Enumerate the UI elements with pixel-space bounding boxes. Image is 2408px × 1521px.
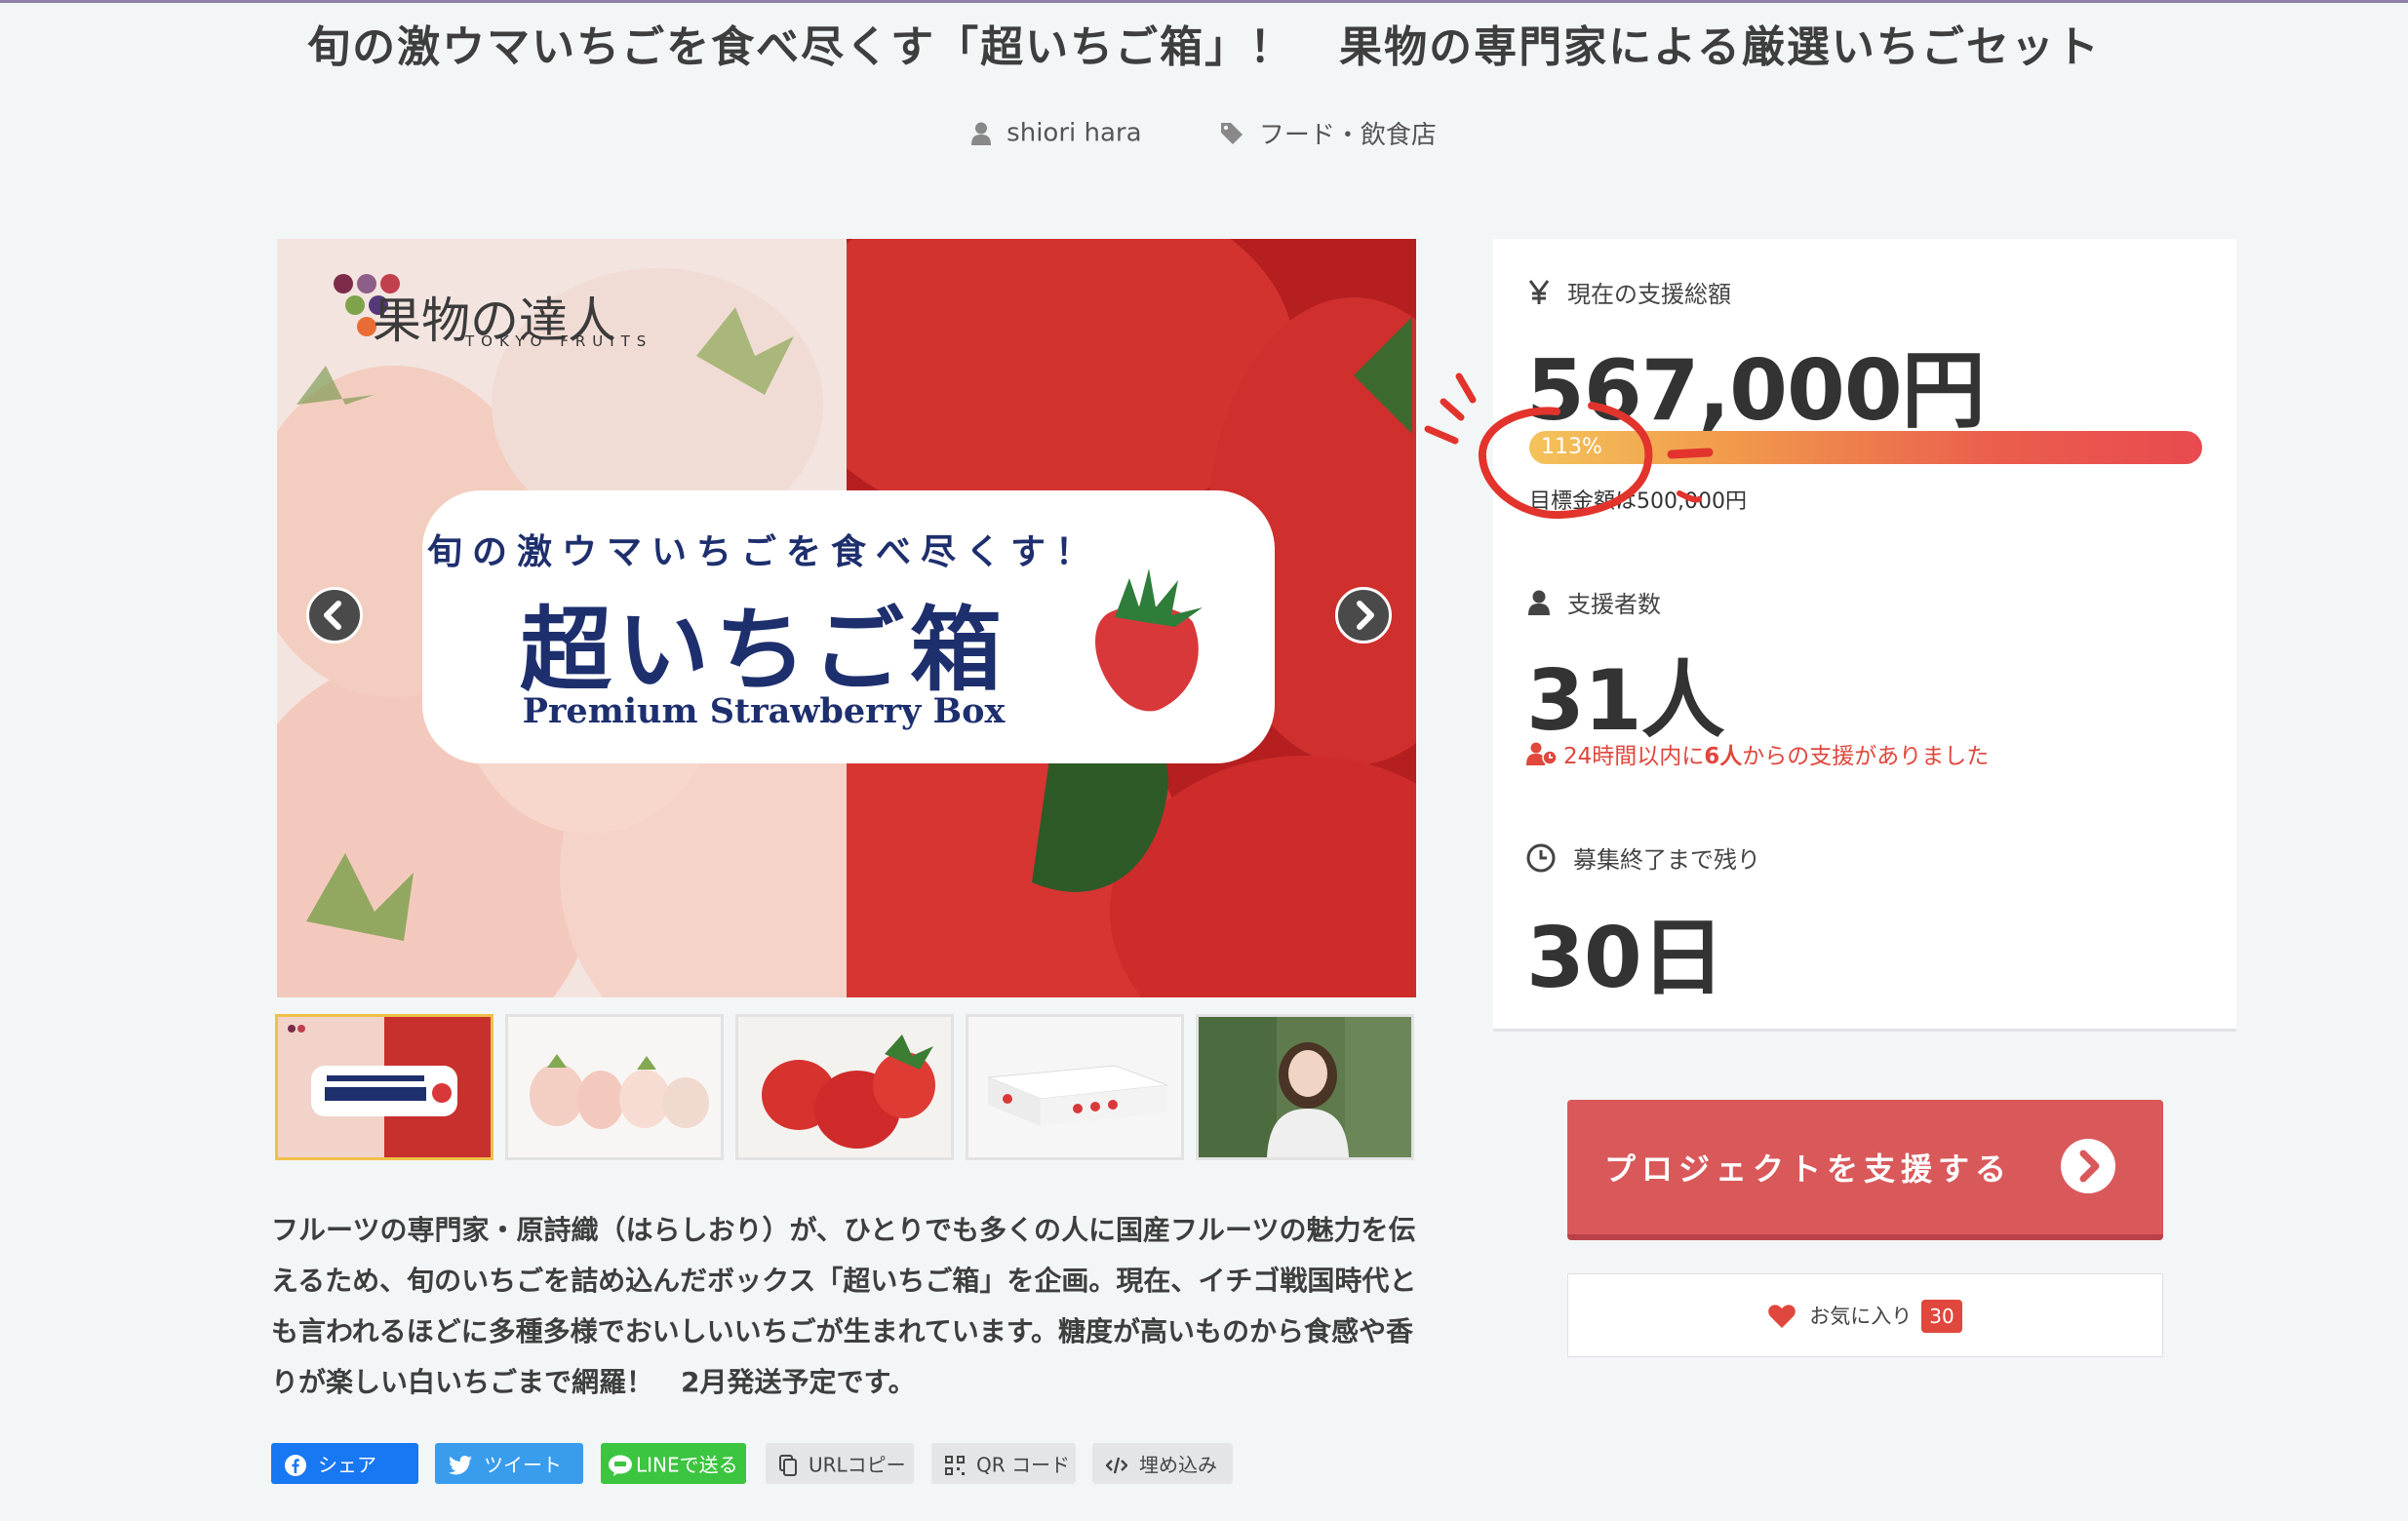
thumb-portrait[interactable] <box>1196 1014 1414 1160</box>
twitter-share-button[interactable]: ツイート <box>435 1443 583 1484</box>
category-name: フード・飲食店 <box>1258 121 1437 150</box>
brand-subtitle: TOKYO FRUITS <box>465 332 653 350</box>
support-project-label: プロジェクトを支援する <box>1604 1150 2013 1188</box>
page-title: 旬の激ウマいちごを食べ尽くす「超いちご箱」！ 果物の専門家による厳選いちごセット <box>307 22 2101 72</box>
twitter-bird-icon <box>449 1455 472 1474</box>
funding-progress-percent: 113% <box>1541 435 1602 459</box>
backers-count: 31人 <box>1526 652 1725 750</box>
qr-code-label: QR コード <box>976 1453 1070 1477</box>
funding-progress-bar <box>1529 431 2202 464</box>
user-icon <box>1528 590 1550 615</box>
thumb-white-strawberries[interactable] <box>505 1014 724 1160</box>
favorite-label: お気に入り <box>1809 1305 1913 1328</box>
carousel-prev-button[interactable] <box>306 587 363 644</box>
recent-count: 6人 <box>1704 744 1743 769</box>
remaining-days: 30日 <box>1526 910 1725 1007</box>
banner-english-name: Premium Strawberry Box <box>522 691 1006 731</box>
arrow-circle-right-icon <box>2061 1139 2115 1193</box>
carousel-next-button[interactable] <box>1335 587 1392 644</box>
thumb-gift-box[interactable] <box>966 1014 1184 1160</box>
banner-product-name: 超いちご箱 <box>519 598 1007 704</box>
url-copy-label: URLコピー <box>809 1453 906 1477</box>
clock-icon <box>1526 843 1556 872</box>
thumb-banner[interactable] <box>275 1014 493 1160</box>
total-amount: 567,000円 <box>1526 342 1986 440</box>
project-description: フルーツの専門家・原詩織（はらしおり）が、ひとりでも多くの人に国産フルーツの魅力… <box>271 1214 1417 1398</box>
user-clock-icon <box>1526 742 1558 765</box>
embed-button[interactable]: 埋め込み <box>1092 1443 1233 1484</box>
backers-label: 支援者数 <box>1567 591 1661 618</box>
author-name: shiori hara <box>1007 118 1142 148</box>
remaining-label-row: 募集終了まで残り <box>1526 840 1760 875</box>
user-icon <box>971 122 992 145</box>
goal-amount: 目標金額は500,000円 <box>1529 489 1747 514</box>
product-banner: 旬の激ウマいちごを食べ尽くす！ 超いちご箱 Premium Strawberry… <box>422 490 1275 763</box>
support-project-button[interactable]: プロジェクトを支援する <box>1567 1100 2163 1240</box>
code-icon <box>1105 1457 1128 1473</box>
meta-row: shiori hara フード・飲食店 <box>0 115 2408 151</box>
total-label: 現在の支援総額 <box>1567 281 1731 308</box>
copy-icon <box>779 1454 797 1476</box>
qr-code-icon <box>945 1455 965 1475</box>
banner-tagline: 旬の激ウマいちごを食べ尽くす！ <box>426 532 1100 572</box>
line-share-label: LINEで送る <box>636 1453 738 1477</box>
line-icon <box>609 1455 632 1476</box>
favorite-button[interactable]: お気に入り 30 <box>1567 1273 2163 1357</box>
tag-icon <box>1220 122 1243 144</box>
embed-label: 埋め込み <box>1139 1453 1217 1477</box>
recent-support-notice: 24時間以内に6人からの支援がありました <box>1526 737 1989 770</box>
thumb-red-strawberries[interactable] <box>735 1014 954 1160</box>
author-link[interactable]: shiori hara <box>971 118 1142 148</box>
twitter-share-label: ツイート <box>484 1453 562 1477</box>
recent-suffix: からの支援がありました <box>1742 744 1990 769</box>
qr-code-button[interactable]: QR コード <box>931 1443 1076 1484</box>
line-share-button[interactable]: LINEで送る <box>601 1443 746 1484</box>
category-link[interactable]: フード・飲食店 <box>1220 115 1437 151</box>
recent-prefix: 24時間以内に <box>1563 744 1705 769</box>
favorite-count-badge: 30 <box>1921 1300 1962 1333</box>
hero-carousel[interactable]: 果物の達人 TOKYO FRUITS 旬の激ウマいちごを食べ尽くす！ 超いちご箱… <box>277 239 1416 997</box>
backers-label-row: 支援者数 <box>1528 585 1661 619</box>
total-label-row: 現在の支援総額 <box>1528 275 1731 309</box>
facebook-share-label: シェア <box>318 1453 376 1477</box>
strawberry-icon <box>1095 568 1203 712</box>
chevron-right-icon <box>1357 601 1374 630</box>
chevron-left-icon <box>324 601 341 630</box>
facebook-share-button[interactable]: シェア <box>271 1443 418 1484</box>
facebook-icon <box>285 1454 306 1476</box>
remaining-label: 募集終了まで残り <box>1573 846 1760 874</box>
url-copy-button[interactable]: URLコピー <box>766 1443 914 1484</box>
yen-icon <box>1528 279 1550 304</box>
heart-icon <box>1768 1305 1796 1328</box>
top-accent-line <box>0 0 2408 3</box>
